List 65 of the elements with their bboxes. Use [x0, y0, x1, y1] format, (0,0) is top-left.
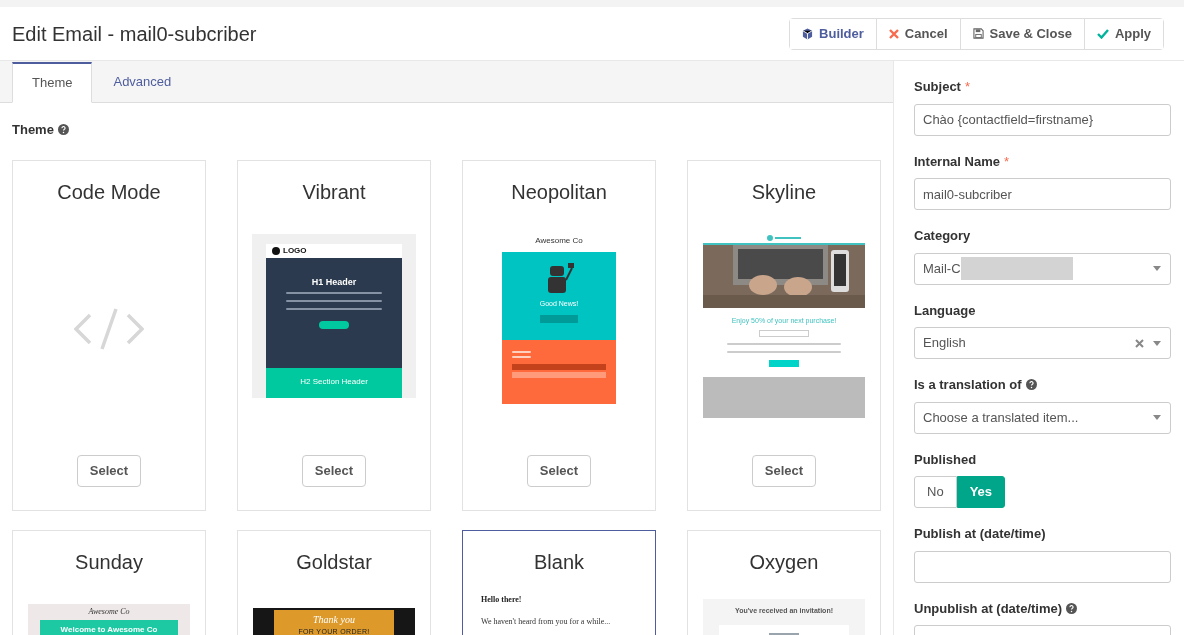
logo-text: LOGO [283, 244, 307, 257]
select-field[interactable]: English [914, 327, 1171, 359]
required-mark: * [964, 78, 971, 96]
theme-name: Neopolitan [510, 179, 608, 205]
apply-button[interactable]: Apply [1083, 18, 1163, 49]
theme-name: Blank [533, 549, 585, 575]
theme-card[interactable]: Vibrant LOGO H1 Header H2 Section Header Select [237, 159, 431, 511]
page-title: Edit Email - mail0-subcriber [12, 21, 257, 47]
select-field[interactable]: Mail-C [914, 252, 1171, 285]
field-label: Published [914, 450, 977, 469]
email-banner: Welcome to Awesome Co [40, 619, 178, 635]
tab[interactable]: Advanced [92, 61, 193, 102]
select-button[interactable]: Select [76, 454, 142, 487]
input-field[interactable] [914, 550, 1171, 583]
caret-icon [1153, 415, 1161, 420]
select-field[interactable]: Choose a translated item... [914, 401, 1171, 434]
email-text: We haven't heard from you for a while... [481, 615, 612, 628]
section-label: Theme [12, 121, 54, 139]
text-line [512, 350, 531, 353]
close-icon [888, 28, 899, 39]
cube-icon [802, 27, 814, 40]
email-heading: Thank you [313, 612, 355, 627]
save-icon [972, 28, 984, 39]
theme-name: Goldstar [295, 549, 373, 575]
logo-dot-icon [272, 246, 280, 255]
email-heading: Awesome Co [535, 234, 583, 247]
toggle-option[interactable]: No [914, 476, 957, 508]
theme-card[interactable]: Blank Hello there! We haven't heard from you for a while... [462, 529, 656, 635]
caret-icon [1153, 340, 1161, 346]
email-heading: Awesome Co [88, 605, 130, 618]
theme-name: Vibrant [301, 179, 367, 205]
logo-icon [767, 234, 801, 241]
field-label: Language [914, 301, 976, 320]
theme-name: Sunday [74, 549, 144, 575]
caret-icon [1153, 266, 1161, 271]
theme-card[interactable]: Code Mode Select [12, 159, 206, 511]
email-heading: H2 Section Header [300, 375, 368, 388]
input-field[interactable]: Chào {contactfield=firstname} [914, 103, 1171, 136]
coupon-box [759, 330, 809, 337]
required-mark: * [1004, 152, 1010, 171]
theme-card[interactable]: Sunday Awesome Co Welcome to Awesome Co [12, 529, 206, 635]
select-button[interactable]: Select [526, 454, 592, 487]
select-button[interactable]: Select [301, 454, 367, 487]
theme-name: Skyline [750, 179, 818, 205]
email-heading: Hello there! [481, 593, 523, 606]
theme-name: Code Mode [56, 179, 162, 205]
theme-name: Oxygen [748, 549, 820, 575]
field-label: Subject [914, 78, 961, 96]
field-label: Is a translation of [914, 376, 1022, 394]
help-icon [57, 124, 69, 136]
tab[interactable]: Theme [12, 62, 93, 103]
email-button [540, 315, 578, 323]
email-button [769, 360, 799, 367]
select-button[interactable]: Select [751, 454, 817, 487]
email-heading: H1 Header [311, 275, 357, 289]
clear-icon[interactable] [1135, 338, 1144, 348]
code-icon [74, 306, 144, 351]
check-icon [1096, 28, 1109, 39]
field-label: Category [914, 227, 971, 245]
input-field[interactable]: mail0-subcriber [914, 178, 1171, 210]
email-button [319, 321, 349, 329]
field-label: Publish at (date/time) [914, 525, 1046, 543]
text-line [512, 355, 531, 358]
field-label: Internal Name [914, 152, 1000, 171]
field-label: Unpublish at (date/time) [914, 599, 1063, 618]
